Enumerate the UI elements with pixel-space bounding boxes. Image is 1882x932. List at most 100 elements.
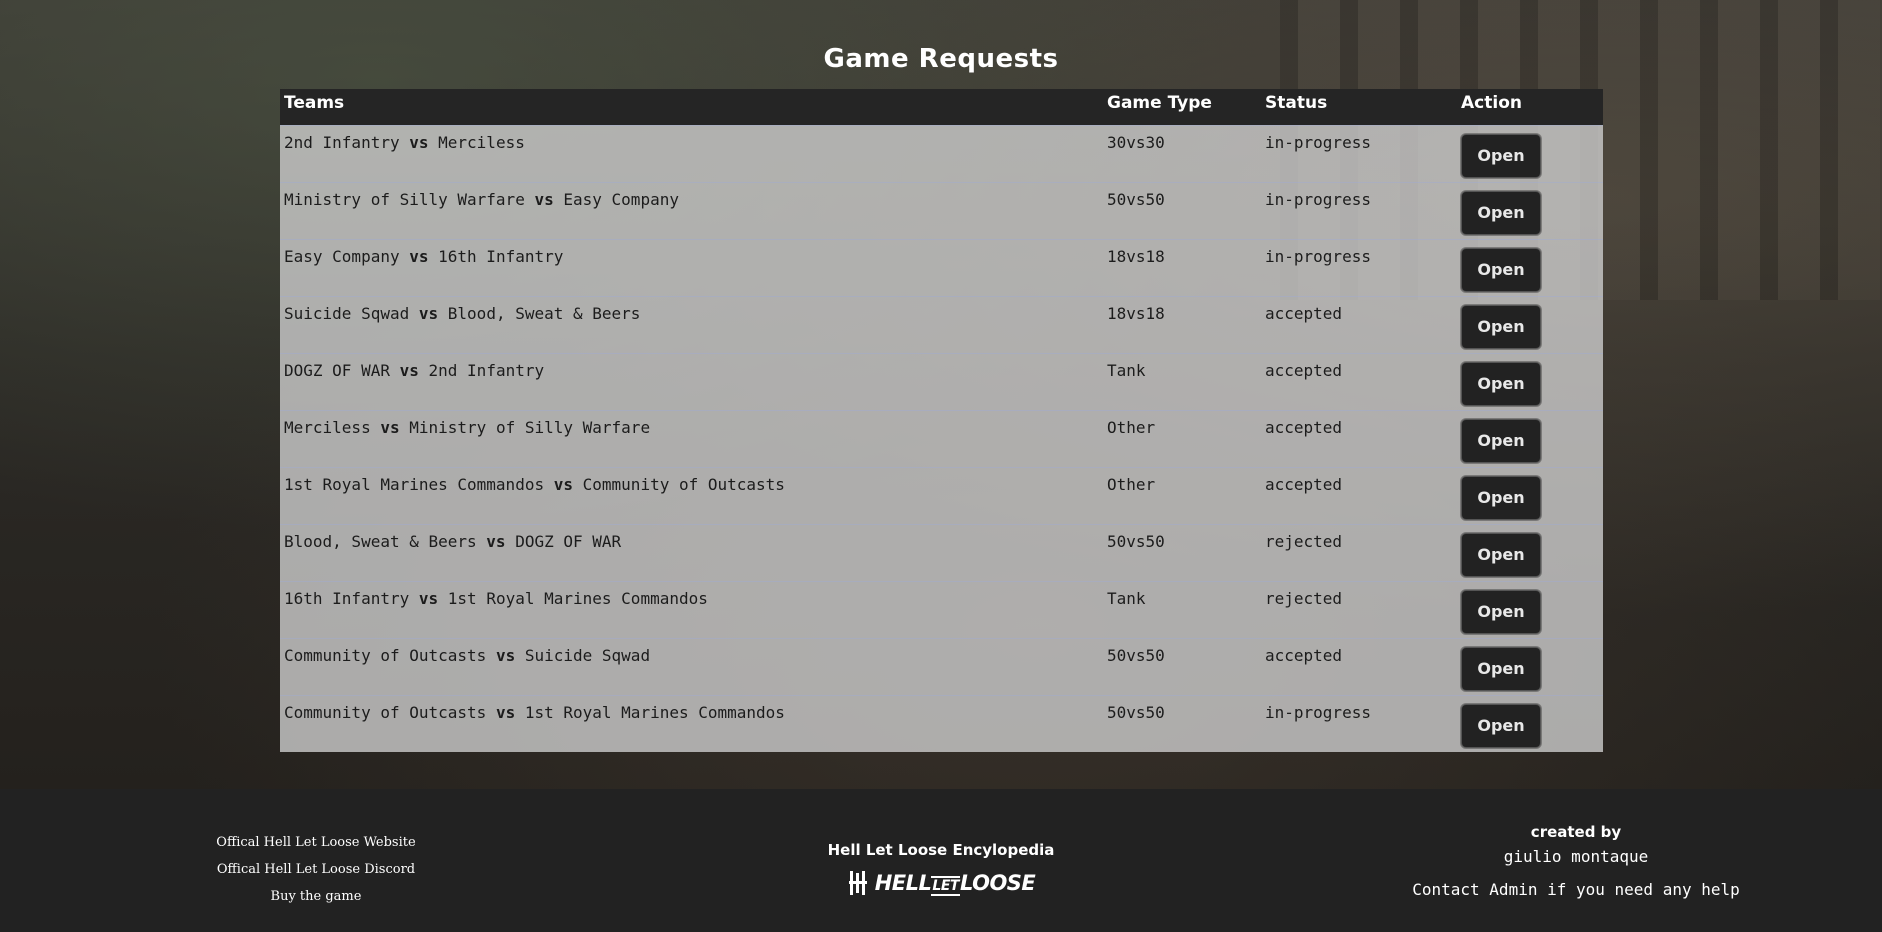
teams-cell: Ministry of Silly Warfare vs Easy Compan… [280, 182, 1103, 239]
hll-emblem-icon [848, 871, 867, 895]
vs-label: vs [409, 246, 429, 266]
open-button[interactable]: Open [1461, 133, 1541, 178]
team-a-name: Suicide Sqwad [284, 303, 410, 323]
open-button[interactable]: Open [1461, 304, 1541, 349]
action-cell: Open [1457, 353, 1603, 410]
action-cell: Open [1457, 182, 1603, 239]
table-row: Blood, Sweat & Beers vs DOGZ OF WAR 50vs5… [280, 524, 1603, 581]
team-b-name: 2nd Infantry [428, 360, 545, 380]
column-header-action: Action [1461, 93, 1522, 113]
created-by-label: created by [1530, 823, 1622, 841]
vs-label: vs [553, 474, 573, 494]
open-button[interactable]: Open [1461, 646, 1541, 691]
table-row: 1st Royal Marines Commandos vs Community… [280, 467, 1603, 524]
footer-links: Offical Hell Let Loose Website Offical H… [176, 829, 456, 910]
teams-cell: 16th Infantry vs 1st Royal Marines Comma… [280, 581, 1103, 638]
table-row: 16th Infantry vs 1st Royal Marines Comma… [280, 581, 1603, 638]
open-button[interactable]: Open [1461, 532, 1541, 577]
status-cell: accepted [1265, 417, 1343, 437]
teams-cell: Blood, Sweat & Beers vs DOGZ OF WAR [280, 524, 1103, 581]
encyclopedia-title: Hell Let Loose Encylopedia [827, 841, 1055, 859]
game-type-cell: 18vs18 [1107, 246, 1165, 266]
team-a-name: 1st Royal Marines Commandos [284, 474, 545, 494]
column-header-game-type: Game Type [1107, 93, 1212, 113]
status-cell: accepted [1265, 474, 1343, 494]
column-header-status: Status [1265, 93, 1328, 113]
action-cell: Open [1457, 524, 1603, 581]
status-cell: rejected [1265, 531, 1343, 551]
team-b-name: 16th Infantry [438, 246, 564, 266]
logo-wordmark: HELLLETLOOSE [874, 871, 1036, 896]
open-button[interactable]: Open [1461, 361, 1541, 406]
open-button[interactable]: Open [1461, 475, 1541, 520]
team-b-name: 1st Royal Marines Commandos [447, 588, 708, 608]
team-a-name: Community of Outcasts [284, 702, 487, 722]
action-cell: Open [1457, 467, 1603, 524]
open-button[interactable]: Open [1461, 589, 1541, 634]
open-button[interactable]: Open [1461, 247, 1541, 292]
action-cell: Open [1457, 239, 1603, 296]
hell-let-loose-logo: HELLLETLOOSE [847, 869, 1036, 897]
open-button[interactable]: Open [1461, 190, 1541, 235]
teams-cell: Community of Outcasts vs Suicide Sqwad [280, 638, 1103, 695]
team-b-name: Merciless [438, 132, 525, 152]
team-a-name: Community of Outcasts [284, 645, 487, 665]
footer: Offical Hell Let Loose Website Offical H… [0, 789, 1882, 932]
buy-game-link[interactable]: Buy the game [176, 883, 456, 910]
team-b-name: DOGZ OF WAR [515, 531, 622, 551]
team-b-name: 1st Royal Marines Commandos [524, 702, 785, 722]
vs-label: vs [399, 360, 419, 380]
table-row: DOGZ OF WAR vs 2nd Infantry Tank accepted O… [280, 353, 1603, 410]
contact-admin-text: Contact Admin if you need any help [1412, 880, 1740, 899]
footer-brand: Hell Let Loose Encylopedia HELLLETLOOSE [741, 841, 1141, 901]
official-discord-link[interactable]: Offical Hell Let Loose Discord [176, 856, 456, 883]
vs-label: vs [534, 189, 554, 209]
game-requests-table: Teams Game Type Status Action 2nd Infant… [280, 89, 1603, 752]
footer-credits: created by giulio montaque Contact Admin… [1376, 823, 1776, 899]
game-type-cell: 30vs30 [1107, 132, 1165, 152]
team-b-name: Community of Outcasts [582, 474, 785, 494]
team-a-name: Ministry of Silly Warfare [284, 189, 525, 209]
game-type-cell: 50vs50 [1107, 645, 1165, 665]
team-a-name: Blood, Sweat & Beers [284, 531, 477, 551]
vs-label: vs [409, 132, 429, 152]
vs-label: vs [495, 702, 516, 722]
game-type-cell: 50vs50 [1107, 702, 1165, 722]
action-cell: Open [1457, 125, 1603, 182]
vs-label: vs [418, 588, 439, 608]
game-type-cell: Tank [1107, 360, 1146, 380]
vs-label: vs [418, 303, 439, 323]
table-row: Merciless vs Ministry of Silly Warfare Ot… [280, 410, 1603, 467]
table-row: Ministry of Silly Warfare vs Easy Compan… [280, 182, 1603, 239]
team-a-name: Merciless [284, 417, 371, 437]
team-b-name: Suicide Sqwad [524, 645, 651, 665]
status-cell: rejected [1265, 588, 1343, 608]
official-website-link[interactable]: Offical Hell Let Loose Website [176, 829, 456, 856]
open-button[interactable]: Open [1461, 703, 1541, 748]
teams-cell: 2nd Infantry vs Merciless [280, 125, 1103, 182]
game-type-cell: Tank [1107, 588, 1146, 608]
vs-label: vs [486, 531, 506, 551]
game-type-cell: 50vs50 [1107, 531, 1165, 551]
teams-cell: Merciless vs Ministry of Silly Warfare [280, 410, 1103, 467]
teams-cell: 1st Royal Marines Commandos vs Community… [280, 467, 1103, 524]
action-cell: Open [1457, 410, 1603, 467]
table-row: Community of Outcasts vs Suicide Sqwad 50… [280, 638, 1603, 695]
status-cell: in-progress [1265, 189, 1371, 209]
open-button[interactable]: Open [1461, 418, 1541, 463]
team-a-name: Easy Company [284, 246, 400, 266]
page-title: Game Requests [823, 44, 1059, 74]
status-cell: accepted [1265, 645, 1343, 665]
table-row: Easy Company vs 16th Infantry 18vs18 in-pr… [280, 239, 1603, 296]
author-name: giulio montaque [1503, 847, 1649, 866]
team-b-name: Ministry of Silly Warfare [409, 417, 651, 437]
team-b-name: Blood, Sweat & Beers [447, 303, 641, 323]
game-type-cell: 50vs50 [1107, 189, 1165, 209]
teams-cell: Easy Company vs 16th Infantry [280, 239, 1103, 296]
action-cell: Open [1457, 695, 1603, 752]
logo-part-hell: HELL [874, 871, 932, 895]
teams-cell: Community of Outcasts vs 1st Royal Marin… [280, 695, 1103, 752]
vs-label: vs [380, 417, 400, 437]
team-a-name: 2nd Infantry [284, 132, 400, 152]
table-row: 2nd Infantry vs Merciless 30vs30 in-progre… [280, 125, 1603, 182]
